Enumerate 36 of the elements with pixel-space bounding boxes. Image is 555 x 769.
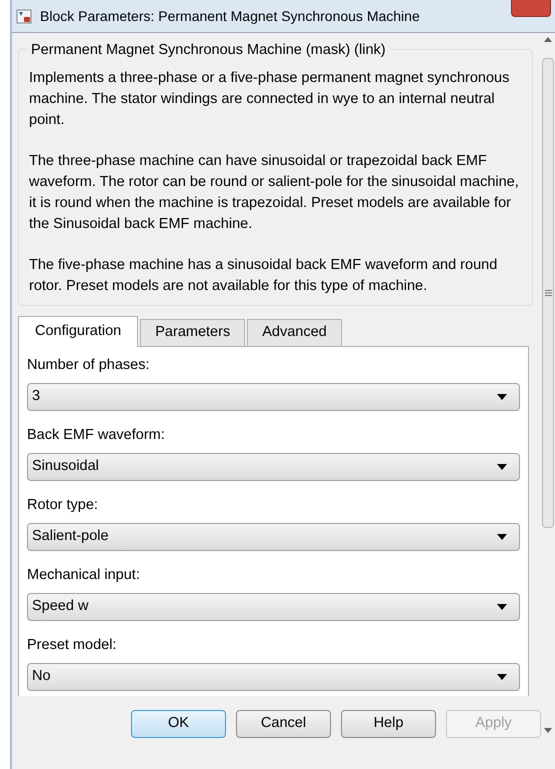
field-label: Rotor type: bbox=[27, 496, 99, 515]
tab[interactable]: Parameters bbox=[140, 319, 246, 346]
field-label: Back EMF waveform: bbox=[27, 426, 166, 445]
description-text: The five-phase machine has a sinusoidal back EMF waveform and round rotor. Preset models are not available for this type of machine. bbox=[29, 256, 498, 296]
dropdown[interactable]: Speed w bbox=[27, 593, 520, 621]
field-label: Preset model: bbox=[27, 636, 118, 655]
dropdown-caret-icon bbox=[497, 394, 507, 400]
dropdown[interactable]: Sinusoidal bbox=[27, 453, 520, 481]
grip-icon bbox=[544, 290, 552, 296]
description-text: The three-phase machine can have sinusoidal or trapezoidal back EMF waveform. The rotor can be round or salient-pole for the sinusoidal machine, it is round when the machine is trapezoidal. Preset models are available for the Sinusoidal back EMF machine. bbox=[29, 152, 520, 234]
dropdown-value: Salient-pole bbox=[32, 527, 109, 546]
tab[interactable]: Configuration bbox=[18, 316, 138, 347]
scroll-up-icon[interactable] bbox=[544, 37, 552, 42]
dropdown-caret-icon bbox=[497, 464, 507, 470]
tab[interactable]: Advanced bbox=[247, 319, 342, 346]
dropdown-value: No bbox=[32, 667, 51, 686]
dropdown[interactable]: No bbox=[27, 663, 520, 691]
dropdown[interactable]: 3 bbox=[27, 383, 520, 411]
window-icon bbox=[16, 8, 32, 24]
dialog-button[interactable]: Help bbox=[341, 710, 436, 738]
window-title: Block Parameters: Permanent Magnet Synchronous Machine bbox=[40, 6, 421, 26]
description-text: Implements a three-phase or a five-phase permanent magnet synchronous machine. The stator windings are connected in wye to an internal neutral point. bbox=[29, 69, 510, 130]
field-label: Mechanical input: bbox=[27, 566, 141, 585]
dropdown-caret-icon bbox=[497, 674, 507, 680]
scrollbar-thumb[interactable] bbox=[542, 58, 554, 528]
close-button[interactable] bbox=[511, 0, 551, 17]
dialog-button[interactable]: OK bbox=[131, 710, 226, 738]
dropdown-caret-icon bbox=[497, 604, 507, 610]
field-label: Number of phases: bbox=[27, 356, 151, 375]
dropdown-value: 3 bbox=[32, 387, 40, 406]
dropdown[interactable]: Salient-pole bbox=[27, 523, 520, 551]
scroll-down-icon[interactable] bbox=[544, 728, 552, 733]
dropdown-value: Speed w bbox=[32, 597, 88, 616]
dropdown-caret-icon bbox=[497, 534, 507, 540]
dropdown-value: Sinusoidal bbox=[32, 457, 99, 476]
dialog-button[interactable]: Cancel bbox=[236, 710, 331, 738]
